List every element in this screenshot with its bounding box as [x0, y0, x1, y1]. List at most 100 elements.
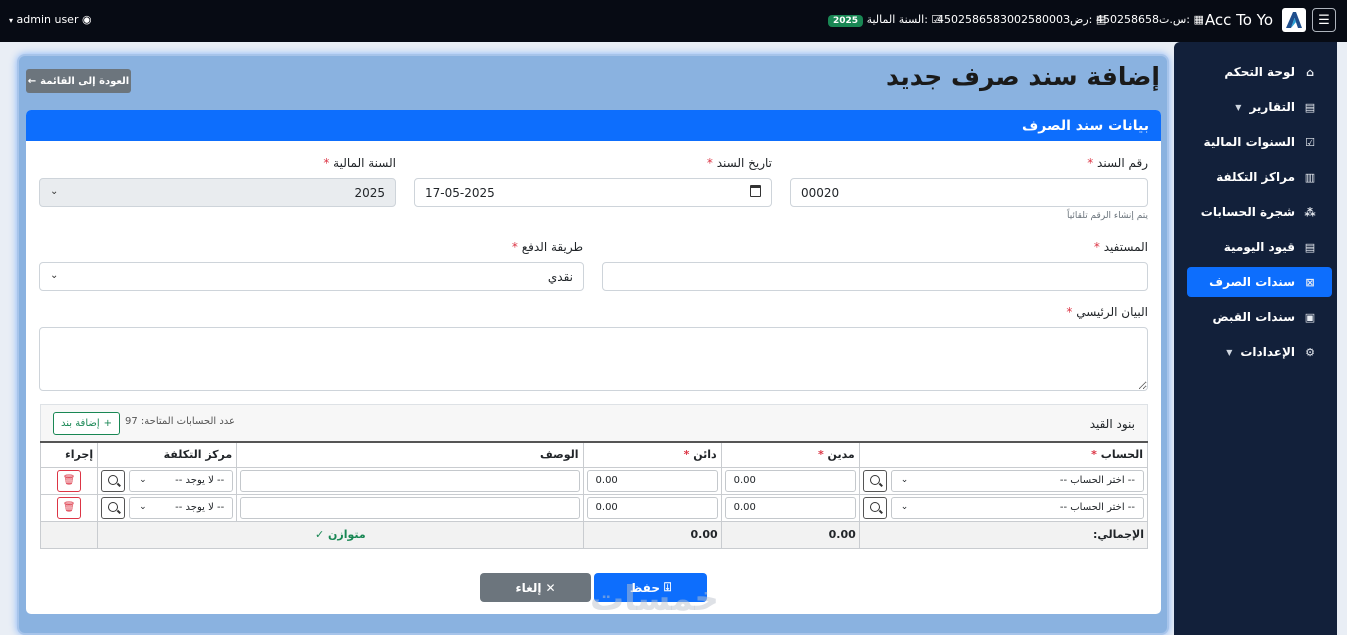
- brand-logo[interactable]: [1282, 8, 1306, 32]
- payment-method-label: طريقة الدفع *: [511, 240, 583, 254]
- voucher-number-hint: يتم إنشاء الرقم تلقائياً: [1066, 211, 1148, 221]
- delete-line-button[interactable]: 🗑: [57, 496, 82, 519]
- caret-down-icon: ▾: [9, 16, 14, 25]
- col-credit: دائن *: [582, 441, 722, 468]
- account-select[interactable]: -- اختر الحساب -- ⌄: [890, 469, 1144, 492]
- chevron-down-icon: ⌄: [50, 186, 59, 197]
- lines-table: الحساب * مدين * دائن * الوصف مركز التكلف…: [39, 441, 1149, 549]
- voucher-card: بيانات سند الصرف رقم السند * 00020 يتم إ…: [26, 110, 1161, 614]
- table-header-row: الحساب * مدين * دائن * الوصف مركز التكلف…: [39, 441, 1149, 468]
- trash-icon: 🗑: [62, 502, 76, 513]
- chevron-down-icon: ⌄: [139, 474, 147, 485]
- clipboard-icon: ▥: [1304, 170, 1316, 184]
- col-description: الوصف: [236, 441, 584, 468]
- sidebar-item-journal-entries[interactable]: ▤ قيود اليومية: [1174, 232, 1337, 262]
- user-name: admin user: [16, 13, 79, 26]
- col-account: الحساب *: [858, 441, 1149, 468]
- debit-input[interactable]: 0.00: [724, 469, 856, 492]
- debit-input[interactable]: 0.00: [724, 496, 856, 519]
- description-input[interactable]: [240, 496, 580, 519]
- account-select[interactable]: -- اختر الحساب -- ⌄: [890, 496, 1144, 519]
- back-to-list-button[interactable]: العودة إلى القائمة ←: [26, 69, 131, 93]
- cr-indicator: 450258658س.ت: ▦: [1096, 13, 1204, 26]
- balance-status: متوازن ✓: [97, 520, 584, 549]
- building-icon: ▦: [1193, 13, 1204, 26]
- credit-input[interactable]: 0.00: [586, 469, 718, 492]
- accounts-count: عدد الحسابات المتاحة: 97: [125, 416, 236, 427]
- cost-center-select[interactable]: -- لا يوجد -- ⌄: [129, 496, 234, 519]
- lines-header: + إضافة بند عدد الحسابات المتاحة: 97 بنو…: [40, 404, 1148, 442]
- table-row: -- اختر الحساب -- ⌄ 0.00 0.00 -- لا يوجد…: [39, 466, 1149, 495]
- search-account-button[interactable]: [862, 469, 887, 492]
- logo-icon: [1286, 12, 1302, 28]
- sidebar-item-receipt-vouchers[interactable]: ▣ سندات القبض: [1174, 302, 1337, 332]
- voucher-number-label: رقم السند *: [1087, 156, 1148, 170]
- sidebar-item-chart-of-accounts[interactable]: ⁂ شجرة الحسابات: [1174, 197, 1337, 227]
- sidebar: ⌂ لوحة التحكم ▤ التقارير ▼ ☑ السنوات الم…: [1174, 42, 1337, 635]
- caret-down-icon: ▼: [1226, 347, 1233, 357]
- lines-title: بنود القيد: [1089, 417, 1135, 431]
- col-cost-center: مركز التكلفة: [97, 441, 238, 468]
- home-icon: ⌂: [1306, 65, 1314, 79]
- main-statement-textarea[interactable]: [39, 327, 1148, 391]
- money-check-icon: ⊠: [1305, 275, 1315, 289]
- calendar-check-icon: ☑: [1305, 135, 1315, 149]
- main-statement-label: البيان الرئيسي *: [1066, 305, 1148, 319]
- chevron-down-icon: ⌄: [900, 474, 909, 485]
- add-line-button[interactable]: + إضافة بند: [53, 412, 120, 435]
- user-circle-icon: ◉: [81, 13, 92, 26]
- fiscal-year-badge: 2025: [828, 15, 864, 27]
- close-icon: ✕: [545, 580, 556, 595]
- total-label: الإجمالي:: [858, 520, 1149, 549]
- cost-center-select[interactable]: -- لا يوجد -- ⌄: [129, 469, 234, 492]
- watermark: خمسات: [590, 579, 719, 619]
- cash-icon: ▣: [1304, 310, 1316, 324]
- sidebar-item-dashboard[interactable]: ⌂ لوحة التحكم: [1174, 57, 1337, 87]
- vat-indicator: 450258658300258000Зرض: ▤: [937, 13, 1107, 26]
- total-debit: 0.00: [720, 520, 860, 549]
- journal-icon: ▤: [1304, 240, 1316, 254]
- col-action: إجراء: [39, 441, 99, 468]
- fiscal-year-label: السنة المالية *: [323, 156, 396, 170]
- user-menu[interactable]: ▾ admin user ◉: [9, 13, 92, 26]
- sidebar-item-cost-centers[interactable]: ▥ مراكز التكلفة: [1174, 162, 1337, 192]
- vat-label: رض:: [1070, 13, 1093, 26]
- card-header: بيانات سند الصرف: [26, 110, 1161, 141]
- voucher-number-input[interactable]: 00020: [790, 178, 1148, 207]
- cr-label: س.ت:: [1159, 13, 1190, 26]
- chevron-down-icon: ⌄: [139, 501, 147, 512]
- fiscal-year-indicator: 2025 السنة المالية: ☑: [825, 13, 941, 27]
- sidebar-item-reports[interactable]: ▤ التقارير ▼: [1174, 92, 1337, 122]
- beneficiary-label: المستفيد *: [1093, 240, 1148, 254]
- voucher-date-input[interactable]: 17-05-2025: [414, 178, 772, 207]
- cancel-button[interactable]: ✕ إلغاء: [480, 573, 591, 602]
- search-cost-center-button[interactable]: [101, 496, 126, 519]
- arrow-left-icon: ←: [27, 75, 37, 87]
- gear-icon: ⚙: [1305, 345, 1315, 359]
- description-input[interactable]: [240, 469, 580, 492]
- total-credit: 0.00: [582, 520, 722, 549]
- chevron-down-icon: ⌄: [900, 501, 909, 512]
- sidebar-item-payment-vouchers[interactable]: ⊠ سندات الصرف: [1187, 267, 1332, 297]
- fiscal-year-select[interactable]: 2025 ⌄: [39, 178, 396, 207]
- search-account-button[interactable]: [862, 496, 887, 519]
- search-cost-center-button[interactable]: [101, 469, 126, 492]
- credit-input[interactable]: 0.00: [586, 496, 718, 519]
- cr-value: 450258658: [1096, 13, 1159, 26]
- beneficiary-input[interactable]: [602, 262, 1148, 291]
- payment-method-select[interactable]: نقدي ⌄: [39, 262, 584, 291]
- plus-icon: +: [103, 418, 113, 429]
- chevron-down-icon: ⌄: [50, 270, 59, 281]
- file-chart-icon: ▤: [1304, 100, 1316, 114]
- page-title: إضافة سند صرف جديد: [885, 62, 1160, 91]
- top-navbar: ▾ admin user ◉ 2025 السنة المالية: ☑ 450…: [0, 0, 1347, 42]
- table-row: -- اختر الحساب -- ⌄ 0.00 0.00 -- لا يوجد…: [39, 493, 1149, 522]
- calendar-icon[interactable]: [750, 185, 761, 197]
- col-debit: مدين *: [720, 441, 860, 468]
- brand-name[interactable]: Acc To Yo: [1205, 11, 1273, 29]
- trash-icon: 🗑: [62, 475, 76, 486]
- menu-toggle-button[interactable]: ☰: [1312, 8, 1336, 32]
- delete-line-button[interactable]: 🗑: [57, 469, 82, 492]
- sidebar-item-settings[interactable]: ⚙ الإعدادات ▼: [1174, 337, 1337, 367]
- sidebar-item-fiscal-years[interactable]: ☑ السنوات المالية: [1174, 127, 1337, 157]
